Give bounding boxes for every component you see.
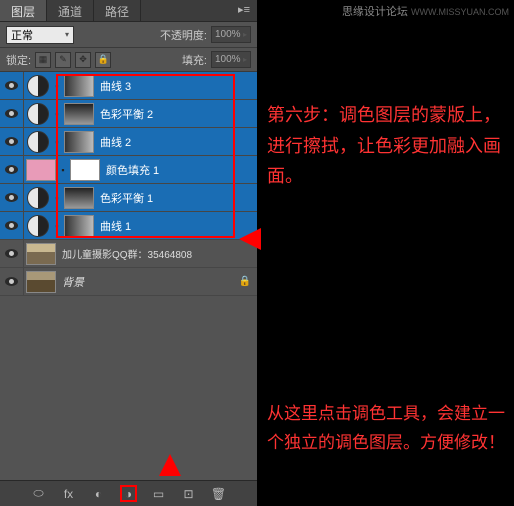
layers-panel: 图层 通道 路径 ▸≡ 正常 ▾ 不透明度: 100% ▸ 锁定: ▦ ✎ ✥ … (0, 0, 257, 506)
eye-icon (5, 137, 18, 146)
layer-name[interactable]: 颜色填充 1 (106, 162, 159, 178)
layer-name[interactable]: 曲线 2 (100, 134, 131, 150)
layer-row[interactable]: 背景 🔒 (0, 268, 257, 296)
link-icon: ▪ (52, 81, 62, 91)
lock-pixels-icon[interactable]: ✎ (55, 52, 71, 68)
new-group-icon[interactable]: ▭ (150, 485, 167, 502)
link-layers-icon[interactable]: ⬭ (30, 485, 47, 502)
lock-position-icon[interactable]: ✥ (75, 52, 91, 68)
arrow-annotation (239, 228, 261, 250)
link-icon: ▪ (58, 165, 68, 175)
layer-fx-icon[interactable]: fx (60, 485, 77, 502)
link-icon: ▪ (52, 193, 62, 203)
link-icon: ▪ (52, 137, 62, 147)
lock-all-icon[interactable]: 🔒 (95, 52, 111, 68)
visibility-toggle[interactable] (0, 212, 24, 240)
adjustment-icon (27, 75, 49, 97)
opacity-input[interactable]: 100% ▸ (211, 26, 251, 43)
layer-name[interactable]: 加儿童摄影QQ群：35464808 (62, 246, 192, 261)
panel-menu-icon[interactable]: ▸≡ (231, 0, 257, 21)
chevron-down-icon: ▸ (243, 30, 247, 39)
mask-thumbnail[interactable] (64, 187, 94, 209)
fill-label: 填充: (182, 52, 207, 68)
tab-layers[interactable]: 图层 (0, 0, 47, 21)
lock-icon: 🔒 (239, 276, 251, 287)
eye-icon (5, 277, 18, 286)
layer-row[interactable]: ▪ 色彩平衡 2 (0, 100, 257, 128)
layer-row[interactable]: ▪ 曲线 1 (0, 212, 257, 240)
visibility-toggle[interactable] (0, 128, 24, 156)
panel-footer: ⬭ fx ◐ ◑ ▭ ⊡ 🗑 (0, 480, 257, 506)
layer-toolbar: 正常 ▾ 不透明度: 100% ▸ (0, 22, 257, 48)
layer-name[interactable]: 色彩平衡 2 (100, 106, 153, 122)
layer-name[interactable]: 曲线 1 (100, 218, 131, 234)
delete-layer-icon[interactable]: 🗑 (210, 485, 227, 502)
opacity-value: 100% (215, 29, 241, 40)
layer-name[interactable]: 背景 (62, 274, 84, 290)
adjustment-layer-icon[interactable]: ◑ (120, 485, 137, 502)
lock-label: 锁定: (6, 52, 31, 68)
adjustment-icon (27, 131, 49, 153)
lock-bar: 锁定: ▦ ✎ ✥ 🔒 填充: 100% ▸ (0, 48, 257, 72)
visibility-toggle[interactable] (0, 156, 24, 184)
new-layer-icon[interactable]: ⊡ (180, 485, 197, 502)
link-icon: ▪ (52, 109, 62, 119)
visibility-toggle[interactable] (0, 72, 24, 100)
panel-tabs: 图层 通道 路径 ▸≡ (0, 0, 257, 22)
eye-icon (5, 165, 18, 174)
chevron-down-icon: ▾ (65, 30, 69, 39)
layer-row[interactable]: ▪ 颜色填充 1 (0, 156, 257, 184)
lock-transparent-icon[interactable]: ▦ (35, 52, 51, 68)
mask-thumbnail[interactable] (64, 215, 94, 237)
mask-thumbnail[interactable] (64, 75, 94, 97)
adjustment-icon (27, 103, 49, 125)
layer-row[interactable]: ▪ 色彩平衡 1 (0, 184, 257, 212)
eye-icon (5, 249, 18, 258)
opacity-label: 不透明度: (160, 27, 207, 43)
eye-icon (5, 193, 18, 202)
eye-icon (5, 221, 18, 230)
fill-value: 100% (215, 54, 241, 65)
visibility-toggle[interactable] (0, 240, 24, 268)
blend-mode-select[interactable]: 正常 ▾ (6, 26, 74, 44)
visibility-toggle[interactable] (0, 100, 24, 128)
adjustment-icon (27, 187, 49, 209)
blend-mode-value: 正常 (11, 27, 33, 43)
annotation-text-1: 第六步：调色图层的蒙版上，进行擦拭，让色彩更加融入画面。 (267, 100, 507, 192)
mask-thumbnail[interactable] (64, 103, 94, 125)
layer-row[interactable]: 加儿童摄影QQ群：35464808 (0, 240, 257, 268)
layer-name[interactable]: 曲线 3 (100, 78, 131, 94)
visibility-toggle[interactable] (0, 184, 24, 212)
arrow-annotation (159, 454, 181, 476)
eye-icon (5, 109, 18, 118)
tab-channels[interactable]: 通道 (47, 0, 94, 21)
visibility-toggle[interactable] (0, 268, 24, 296)
mask-thumbnail[interactable] (64, 131, 94, 153)
layer-thumbnail[interactable] (26, 271, 56, 293)
adjustment-icon (27, 215, 49, 237)
fill-thumbnail[interactable] (26, 159, 56, 181)
fill-input[interactable]: 100% ▸ (211, 51, 251, 68)
add-mask-icon[interactable]: ◐ (90, 485, 107, 502)
layer-row[interactable]: ▪ 曲线 2 (0, 128, 257, 156)
eye-icon (5, 81, 18, 90)
mask-thumbnail[interactable] (70, 159, 100, 181)
layer-name[interactable]: 色彩平衡 1 (100, 190, 153, 206)
annotation-text-2: 从这里点击调色工具，会建立一个独立的调色图层。方便修改！ (267, 400, 507, 458)
tab-paths[interactable]: 路径 (94, 0, 141, 21)
watermark: 思缘设计论坛 WWW.MISSYUAN.COM (342, 3, 509, 19)
layer-list[interactable]: ▪ 曲线 3 ▪ 色彩平衡 2 ▪ 曲线 2 ▪ (0, 72, 257, 480)
link-icon: ▪ (52, 221, 62, 231)
layer-row[interactable]: ▪ 曲线 3 (0, 72, 257, 100)
chevron-down-icon: ▸ (243, 55, 247, 64)
layer-thumbnail[interactable] (26, 243, 56, 265)
